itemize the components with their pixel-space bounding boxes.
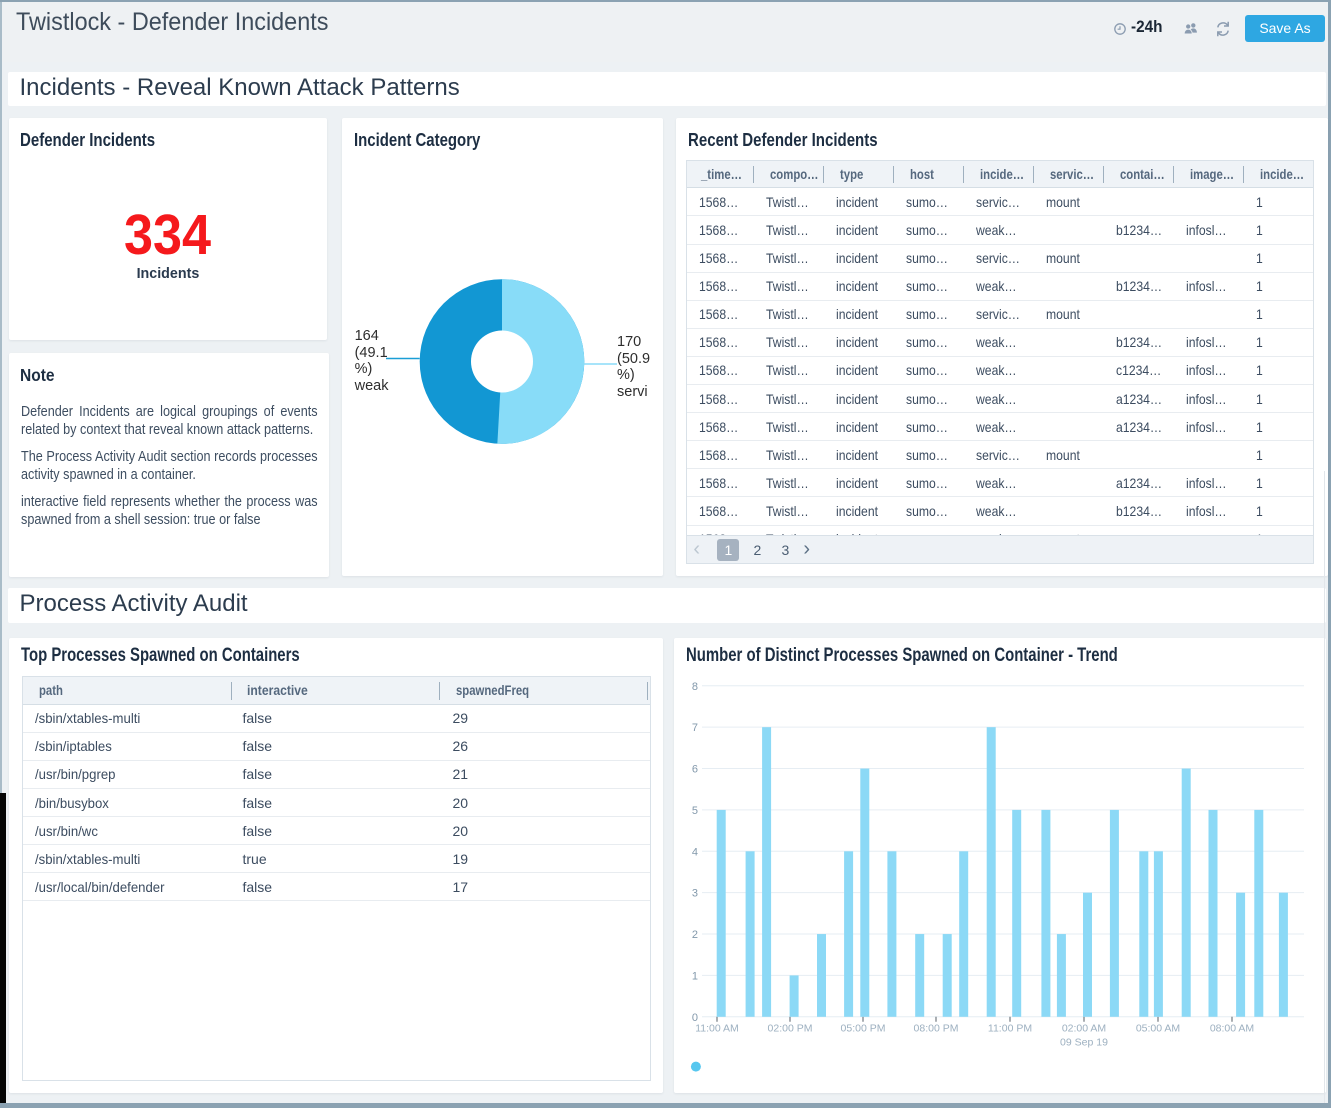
svg-text:6: 6 xyxy=(692,764,698,776)
svg-text:7: 7 xyxy=(692,722,698,734)
svg-text:11:00 PM: 11:00 PM xyxy=(988,1022,1032,1034)
svg-text:4: 4 xyxy=(692,846,698,858)
svg-text:08:00 AM: 08:00 AM xyxy=(1210,1022,1254,1034)
svg-text:05:00 PM: 05:00 PM xyxy=(841,1022,886,1034)
svg-text:02:00 AM: 02:00 AM xyxy=(1062,1022,1106,1034)
svg-text:1: 1 xyxy=(692,970,698,982)
svg-text:8: 8 xyxy=(692,681,698,693)
svg-text:08:00 PM: 08:00 PM xyxy=(914,1022,959,1034)
svg-text:02:00 PM: 02:00 PM xyxy=(768,1022,813,1034)
svg-text:3: 3 xyxy=(692,888,698,900)
svg-text:09 Sep 19: 09 Sep 19 xyxy=(1060,1036,1108,1048)
svg-text:05:00 AM: 05:00 AM xyxy=(1136,1022,1180,1034)
svg-text:11:00 AM: 11:00 AM xyxy=(695,1022,739,1034)
svg-text:2: 2 xyxy=(692,929,698,941)
svg-text:5: 5 xyxy=(692,805,698,817)
